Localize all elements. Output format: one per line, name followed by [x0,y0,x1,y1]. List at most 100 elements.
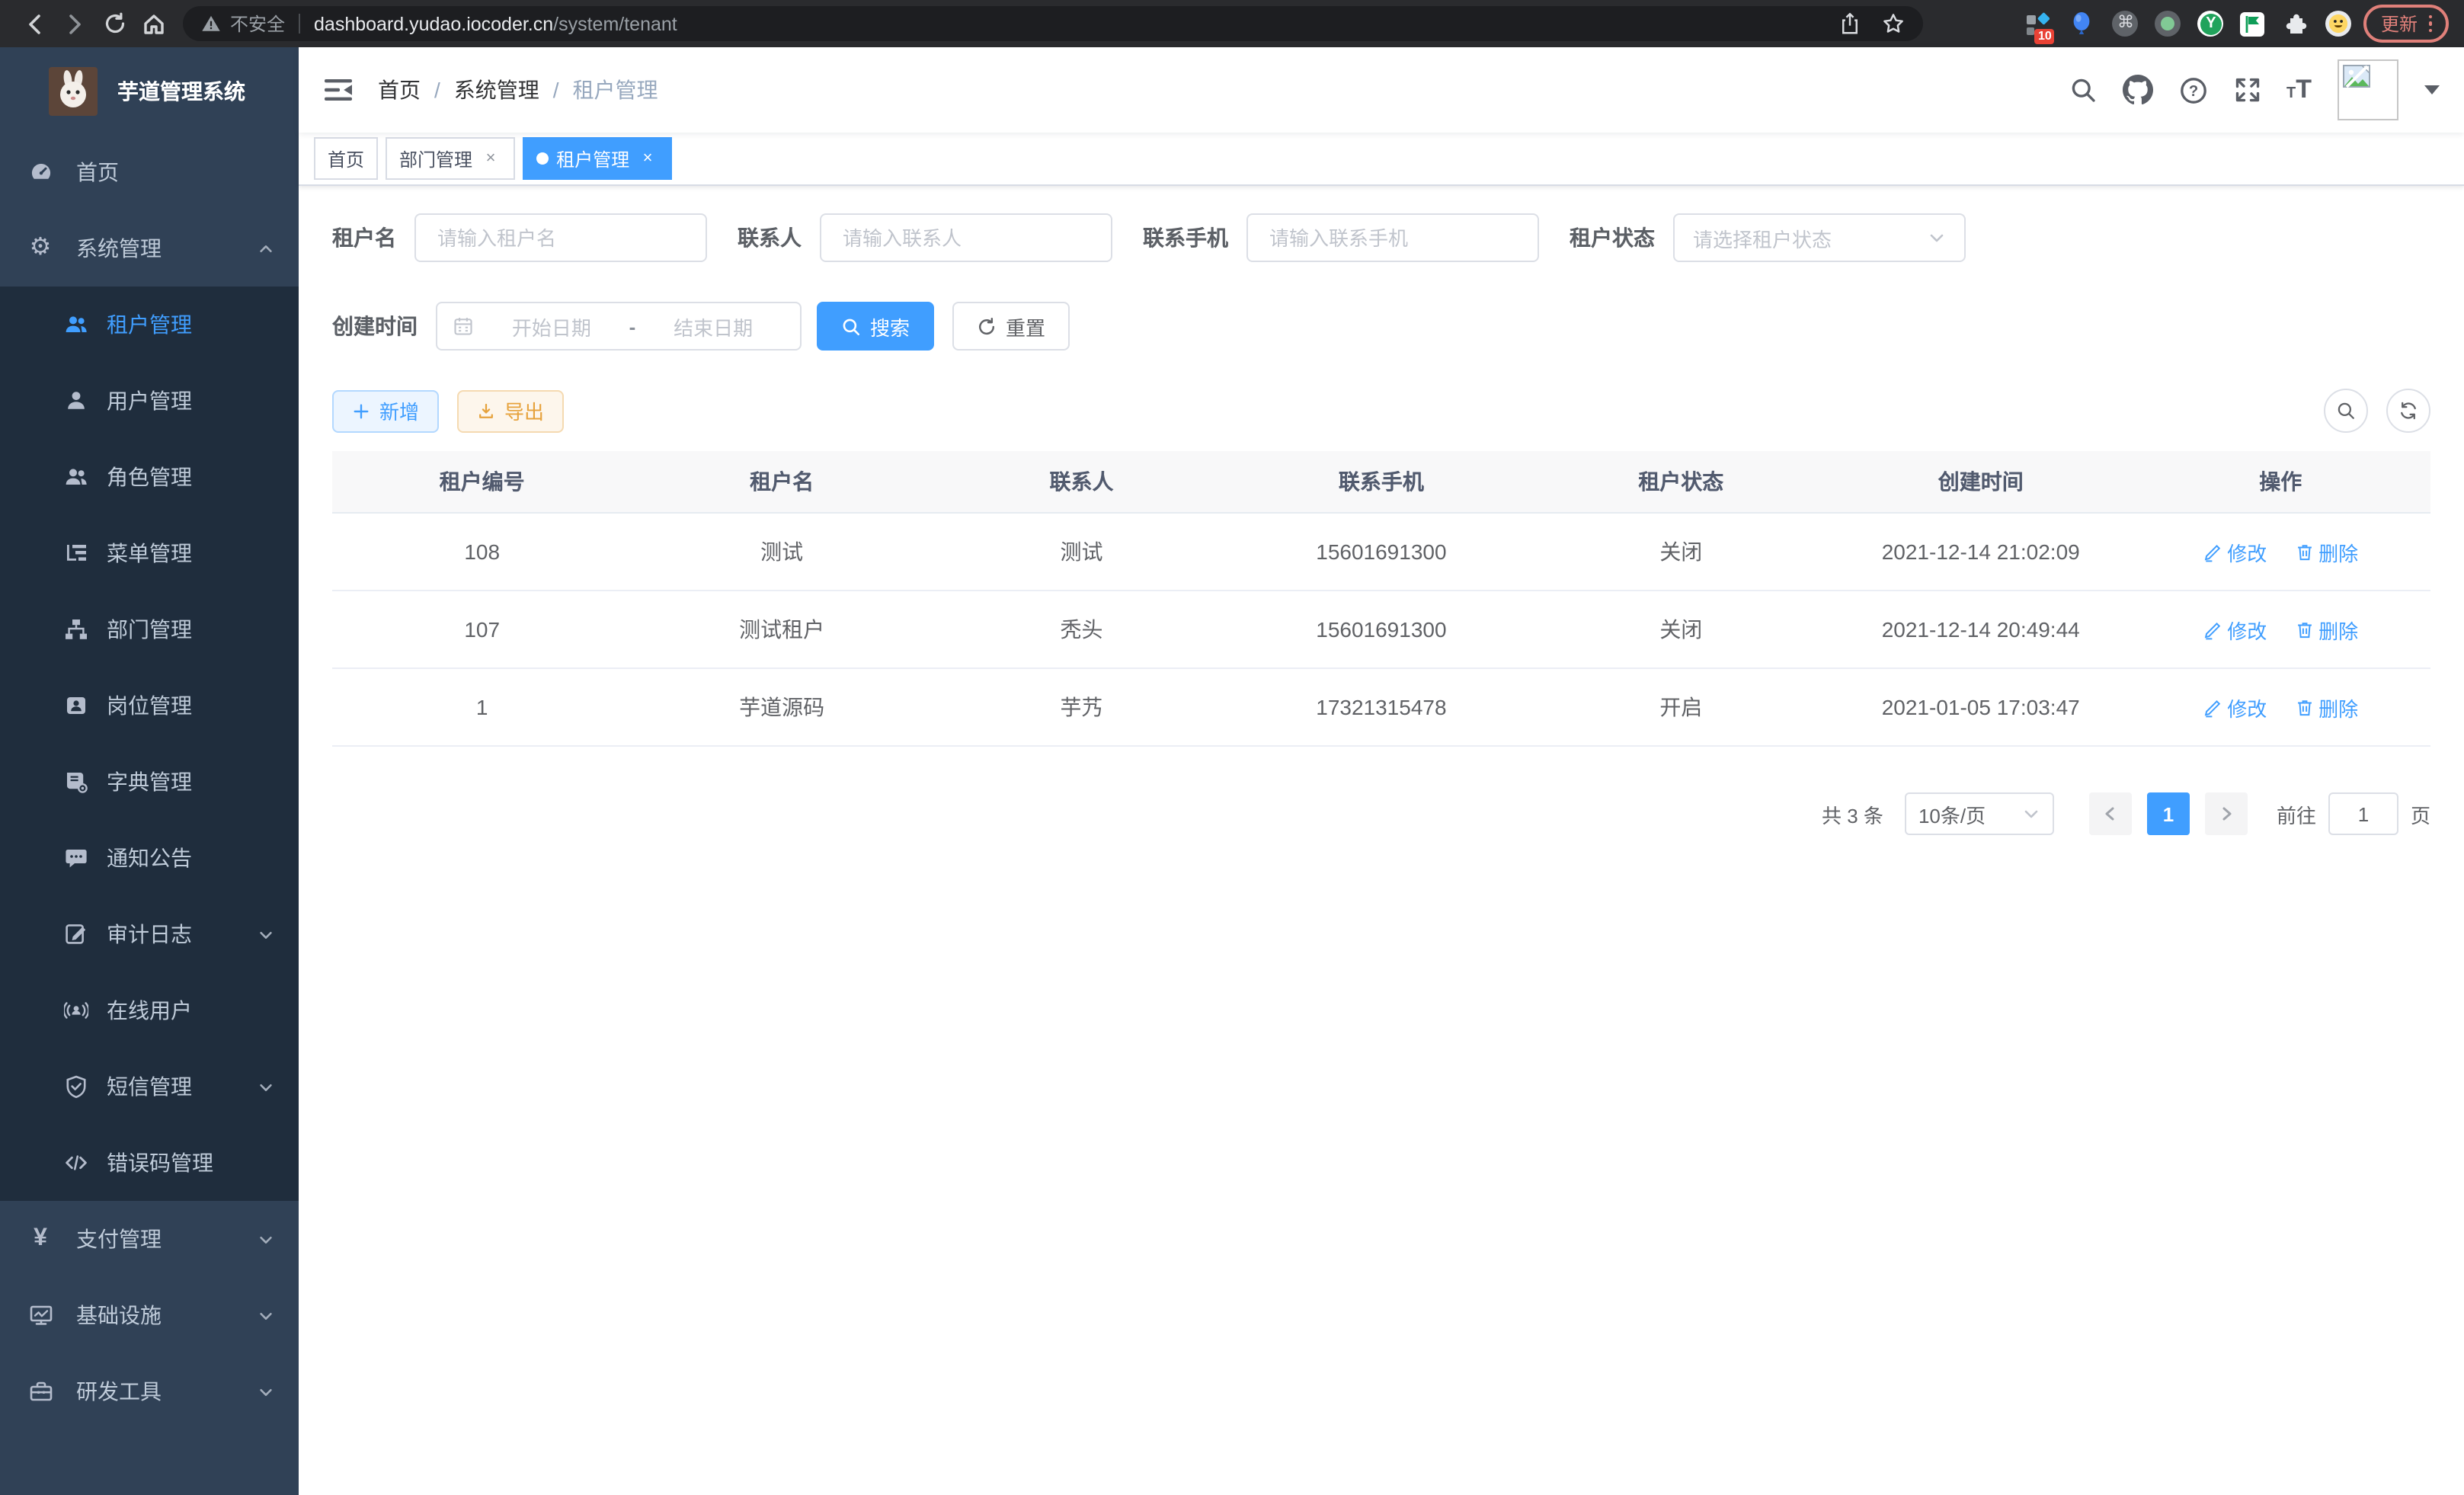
sidebar-item-infra[interactable]: 基础设施 [0,1277,299,1353]
breadcrumb-home[interactable]: 首页 [378,75,421,105]
page-1-button[interactable]: 1 [2147,792,2190,835]
delete-link[interactable]: 删除 [2294,693,2358,722]
fullscreen-icon[interactable] [2233,76,2261,104]
chevron-down-icon [258,1231,274,1247]
add-button[interactable]: 新增 [332,389,439,432]
cell-mobile: 15601691300 [1231,591,1531,668]
ext-green-dot-icon[interactable] [2155,11,2181,37]
breadcrumb-system[interactable]: 系统管理 [454,75,539,105]
sidebar-item-role[interactable]: 角色管理 [0,439,299,515]
mobile-input[interactable] [1266,225,1519,251]
bookmark-star-icon[interactable] [1882,12,1905,35]
sidebar-item-menu[interactable]: 菜单管理 [0,515,299,591]
filter-contact: 联系人 [738,213,1112,262]
date-end-placeholder[interactable]: 结束日期 [642,312,785,341]
refresh-button[interactable] [2386,389,2430,433]
browser-home-icon[interactable] [134,4,174,43]
sidebar-item-error-code[interactable]: 错误码管理 [0,1125,299,1201]
edit-link[interactable]: 修改 [2203,615,2267,644]
edit-link[interactable]: 修改 [2203,693,2267,722]
table-row: 1 芋道源码 芋艿 17321315478 开启 2021-01-05 17:0… [332,668,2430,746]
toggle-search-button[interactable] [2324,389,2368,433]
app-logo-row[interactable]: 芋道管理系统 [0,47,299,134]
sidebar-item-audit-log[interactable]: 审计日志 [0,896,299,972]
tenant-page: 租户名 联系人 联系手机 租户状态 请选择租户状态 [299,186,2464,1495]
sidebar-item-dept[interactable]: 部门管理 [0,591,299,667]
browser-back-icon[interactable] [15,4,55,43]
cell-status: 关闭 [1531,513,1831,591]
sidebar-item-online-user[interactable]: 在线用户 [0,972,299,1048]
avatar[interactable] [2338,59,2398,120]
browser-forward-icon[interactable] [55,4,94,43]
avatar-caret-icon[interactable] [2424,85,2440,94]
browser-reload-icon[interactable] [94,4,134,43]
next-page-button[interactable] [2205,792,2248,835]
ext-emoji-face-icon[interactable] [2326,11,2352,37]
pagination: 共 3 条 10条/页 1 前往 [332,792,2430,835]
kebab-menu-icon[interactable] [2428,15,2432,33]
tab-home[interactable]: 首页 [314,137,378,180]
edit-label: 修改 [2227,693,2267,722]
extensions-puzzle-icon[interactable] [2282,10,2309,37]
date-start-placeholder[interactable]: 开始日期 [480,312,623,341]
share-icon[interactable] [1839,12,1861,35]
online-user-icon [62,998,88,1023]
tab-tenant-active[interactable]: 租户管理 × [523,137,672,180]
breadcrumb-separator: / [553,78,559,102]
export-button[interactable]: 导出 [457,389,564,432]
cell-tenant-id: 107 [332,591,632,668]
sidebar-item-user[interactable]: 用户管理 [0,363,299,439]
sidebar-item-dict[interactable]: 字典管理 [0,744,299,820]
sidebar-item-label: 基础设施 [76,1300,162,1330]
sidebar-item-dev-tools[interactable]: 研发工具 [0,1353,299,1429]
sidebar-item-home[interactable]: 首页 [0,134,299,210]
sidebar-item-sms[interactable]: 短信管理 [0,1048,299,1125]
help-icon[interactable]: ? [2178,75,2207,104]
sidebar-item-label: 用户管理 [107,386,192,416]
date-range-picker[interactable]: 开始日期 - 结束日期 [436,302,802,351]
search-button[interactable]: 搜索 [817,302,934,351]
sidebar-item-pay[interactable]: ¥ 支付管理 [0,1201,299,1277]
delete-link[interactable]: 删除 [2294,537,2358,566]
address-bar[interactable]: 不安全 dashboard.yudao.iocoder.cn/system/te… [183,6,1923,41]
delete-link[interactable]: 删除 [2294,615,2358,644]
reset-button[interactable]: 重置 [952,302,1070,351]
mobile-label: 联系手机 [1143,222,1246,253]
browser-update-button[interactable]: 更新 [2364,5,2449,43]
tenant-name-label: 租户名 [332,222,414,253]
close-icon[interactable]: × [480,148,501,169]
prev-page-button[interactable] [2089,792,2132,835]
page-size-select[interactable]: 10条/页 [1905,792,2054,835]
filter-row-2: 创建时间 开始日期 - 结束日期 搜索 [332,302,2430,351]
ext-y-green-icon[interactable]: Y [2198,11,2224,37]
cell-status: 开启 [1531,668,1831,746]
github-icon[interactable] [2122,75,2152,105]
sidebar-item-label: 短信管理 [107,1071,192,1102]
close-icon[interactable]: × [637,148,658,169]
date-range-separator: - [629,315,636,338]
cell-created: 2021-12-14 21:02:09 [1831,513,2130,591]
chevron-down-icon [258,1307,274,1324]
ext-green-flag-icon[interactable] [2241,11,2265,36]
security-label[interactable]: 不安全 [230,11,285,37]
edit-link[interactable]: 修改 [2203,537,2267,566]
header-search-icon[interactable] [2069,76,2096,104]
goto-page-input[interactable] [2328,792,2398,835]
sidebar-item-notice[interactable]: 通知公告 [0,820,299,896]
code-icon [62,1151,88,1175]
hamburger-icon[interactable] [323,75,354,105]
ext-balloon-icon[interactable] [2069,10,2096,37]
status-select[interactable]: 请选择租户状态 [1673,213,1966,262]
calendar-icon [453,315,474,337]
sidebar-item-tenant[interactable]: 租户管理 [0,287,299,363]
tab-dept[interactable]: 部门管理 × [386,137,515,180]
sidebar-item-system[interactable]: ⚙ 系统管理 [0,210,299,287]
ext-blocks-diamond-icon[interactable]: 10 [2024,10,2052,37]
ext-command-icon[interactable]: ⌘ [2113,11,2139,37]
add-button-label: 新增 [379,396,419,425]
font-size-icon[interactable]: TT [2286,75,2312,105]
export-button-label: 导出 [504,396,544,425]
tenant-name-input[interactable] [434,225,687,251]
sidebar-item-post[interactable]: 岗位管理 [0,667,299,744]
contact-input[interactable] [840,225,1093,251]
